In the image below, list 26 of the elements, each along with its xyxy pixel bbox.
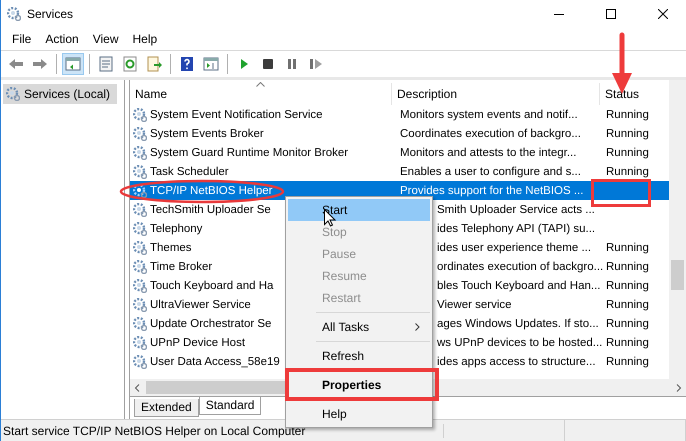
table-cell: ws UPnP devices to be hosted... — [437, 336, 602, 348]
table-cell: Running — [606, 242, 649, 254]
table-cell: Running — [606, 280, 649, 292]
table-cell: Running — [606, 318, 649, 330]
table-cell: ides apps access to structure... — [437, 356, 596, 368]
table-cell: Running — [606, 260, 649, 272]
table-cell: Running — [606, 146, 649, 158]
table-cell: Monitors system events and notif... — [400, 108, 578, 120]
window-title: Services — [27, 7, 74, 21]
table-cell: Coordinates execution of backgro... — [400, 128, 581, 140]
table-cell: Running — [606, 128, 649, 140]
table-cell: Monitors and attests to the integr... — [400, 146, 576, 158]
table-cell: Smith Uploader Service acts ... — [437, 204, 595, 216]
table-cell: Viewer service — [437, 298, 512, 310]
table-cell: ordinates execution of backgro... — [437, 260, 604, 272]
table-cell: Running — [606, 108, 649, 120]
table-cell: ides Telephony API (TAPI) su... — [437, 222, 596, 234]
table-cell: ages Windows Updates. If sto... — [437, 318, 599, 330]
table-cell: Running — [606, 298, 649, 310]
table-cell: Running — [606, 166, 649, 178]
table-cell: ides user experience theme ... — [437, 242, 592, 254]
table-cell: bles Touch Keyboard and Han... — [437, 280, 600, 292]
table-cell: Provides support for the NetBIOS ... — [400, 184, 584, 196]
table-cell: Running — [606, 336, 649, 348]
table-cell: Running — [606, 356, 649, 368]
table-cell: Enables a user to configure and s... — [400, 166, 581, 178]
